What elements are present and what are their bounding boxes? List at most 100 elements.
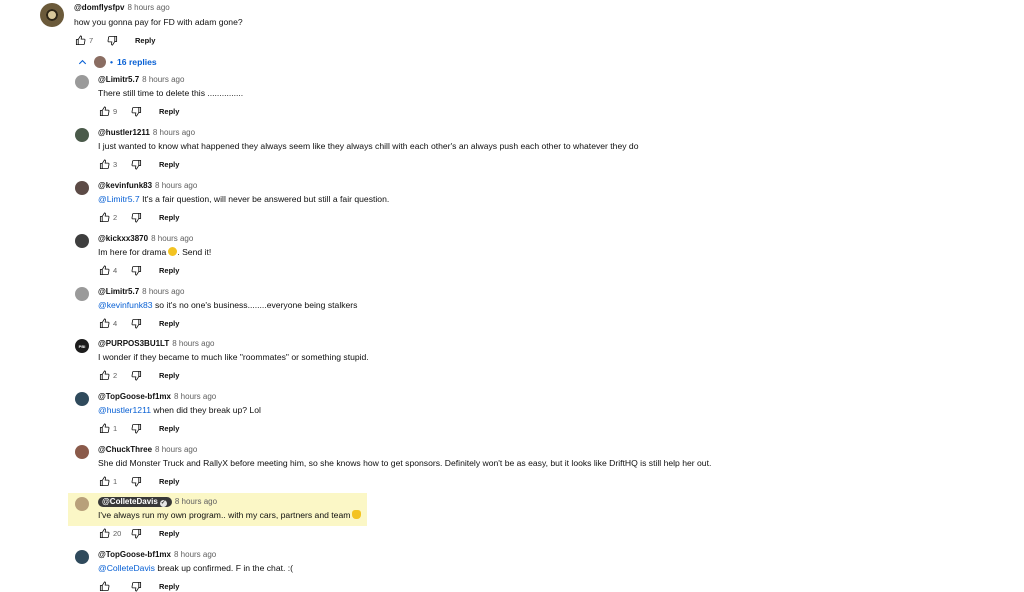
reply-button[interactable]: Reply (159, 213, 179, 222)
like-icon[interactable] (98, 580, 111, 592)
comment-actions: 4 Reply (98, 317, 875, 329)
like-icon[interactable] (98, 527, 111, 539)
comment-actions: 2 Reply (98, 211, 875, 223)
like-icon[interactable] (98, 211, 111, 223)
dislike-icon[interactable] (130, 527, 143, 539)
reply-button[interactable]: Reply (159, 107, 179, 116)
avatar[interactable] (75, 287, 89, 301)
like-icon[interactable] (98, 369, 111, 381)
comment-time[interactable]: 8 hours ago (175, 497, 217, 506)
reply-button[interactable]: Reply (159, 424, 179, 433)
like-icon[interactable] (98, 475, 111, 487)
creator-avatar (94, 56, 106, 68)
comment-text: @hustler1211 when did they break up? Lol (98, 405, 875, 416)
like-icon[interactable] (74, 34, 87, 46)
reply-button[interactable]: Reply (159, 319, 179, 328)
avatar[interactable] (40, 3, 64, 27)
dislike-icon[interactable] (106, 34, 119, 46)
comment-author[interactable]: @PURPOS3BU1LT (98, 339, 169, 348)
dislike-icon[interactable] (130, 580, 143, 592)
comment-time[interactable]: 8 hours ago (142, 75, 184, 84)
comment-meta: @kevinfunk83 8 hours ago (98, 181, 875, 191)
avatar[interactable] (75, 181, 89, 195)
like-count: 7 (89, 35, 94, 45)
like-icon[interactable] (98, 317, 111, 329)
comment-time[interactable]: 8 hours ago (153, 128, 195, 137)
reply-text-content: Im here for drama (98, 247, 167, 257)
avatar[interactable] (75, 234, 89, 248)
avatar[interactable] (75, 75, 89, 89)
reply-item: @ChuckThree 8 hours ago She did Monster Tr… (75, 445, 875, 487)
replies-toggle[interactable]: • 16 replies (77, 54, 157, 70)
like-count: 3 (113, 159, 118, 169)
comment-time[interactable]: 8 hours ago (174, 550, 216, 559)
comment-actions: 1 Reply (98, 475, 875, 487)
chevron-up-icon (77, 56, 89, 68)
reply-text-content: when did they break up? Lol (151, 405, 261, 415)
comment-author[interactable]: @TopGoose-bf1mx (98, 392, 171, 401)
dislike-icon[interactable] (130, 369, 143, 381)
comment-author[interactable]: @TopGoose-bf1mx (98, 550, 171, 559)
like-icon[interactable] (98, 158, 111, 170)
reply-body: @PURPOS3BU1LT 8 hours ago I wonder if they… (98, 339, 875, 381)
comment-text: I wonder if they became to much like "ro… (98, 352, 875, 363)
mention-link[interactable]: @Limitr5.7 (98, 194, 140, 204)
reply-button[interactable]: Reply (159, 371, 179, 380)
comment-time[interactable]: 8 hours ago (151, 234, 193, 243)
comment-author[interactable]: @ChuckThree (98, 445, 152, 454)
comment-time[interactable]: 8 hours ago (155, 181, 197, 190)
avatar[interactable] (75, 128, 89, 142)
dislike-icon[interactable] (130, 475, 143, 487)
reply-button[interactable]: Reply (159, 266, 179, 275)
comment-text: @ColleteDavis break up confirmed. F in t… (98, 563, 875, 574)
reply-button[interactable]: Reply (159, 582, 179, 591)
like-icon[interactable] (98, 422, 111, 434)
comment-author[interactable]: @kickxx3870 (98, 234, 148, 243)
comment-author[interactable]: @hustler1211 (98, 128, 150, 137)
comment-actions: 7 Reply (74, 34, 980, 46)
dislike-icon[interactable] (130, 317, 143, 329)
reply-text-content: break up confirmed. F in the chat. :( (154, 563, 294, 573)
mention-link[interactable]: @ColleteDavis (98, 563, 155, 573)
comment-time[interactable]: 8 hours ago (155, 445, 197, 454)
mention-link[interactable]: @kevinfunk83 (98, 300, 153, 310)
dislike-icon[interactable] (130, 105, 143, 117)
comment-meta: @kickxx3870 8 hours ago (98, 234, 875, 244)
reply-item: @kevinfunk83 8 hours ago @Limitr5.7 It's a… (75, 181, 875, 223)
reply-body: @kevinfunk83 8 hours ago @Limitr5.7 It's a… (98, 181, 875, 223)
dislike-icon[interactable] (130, 211, 143, 223)
thumbs-up-emoji-icon (352, 510, 362, 519)
like-icon[interactable] (98, 105, 111, 117)
reply-item: @Limitr5.7 8 hours ago @kevinfunk83 so it'… (75, 287, 875, 329)
creator-author-badge[interactable]: @ColleteDavis ✓ (98, 497, 172, 507)
reply-button[interactable]: Reply (159, 477, 179, 486)
reply-button[interactable]: Reply (135, 36, 155, 45)
dislike-icon[interactable] (130, 158, 143, 170)
comment-meta: @ColleteDavis ✓ 8 hours ago (98, 497, 875, 507)
reply-text-content: so it's no one's business........everyon… (152, 300, 358, 310)
avatar[interactable]: PBI (75, 339, 89, 353)
dislike-icon[interactable] (130, 422, 143, 434)
comment-author[interactable]: @Limitr5.7 (98, 287, 139, 296)
comment-time[interactable]: 8 hours ago (174, 392, 216, 401)
comment-time[interactable]: 8 hours ago (142, 287, 184, 296)
avatar[interactable] (75, 445, 89, 459)
reply-text-tail: . Send it! (177, 247, 212, 257)
comment-author[interactable]: @kevinfunk83 (98, 181, 152, 190)
avatar[interactable] (75, 392, 89, 406)
comment-author[interactable]: @Limitr5.7 (98, 75, 139, 84)
mention-link[interactable]: @hustler1211 (98, 405, 151, 415)
like-count: 1 (113, 423, 118, 433)
comment-author[interactable]: @ColleteDavis (102, 497, 158, 506)
dislike-icon[interactable] (130, 264, 143, 276)
avatar[interactable] (75, 550, 89, 564)
comment-time[interactable]: 8 hours ago (172, 339, 214, 348)
reply-button[interactable]: Reply (159, 529, 179, 538)
comment-actions: 3 Reply (98, 158, 875, 170)
comment-author[interactable]: @domflysfpv (74, 3, 124, 12)
comment-time[interactable]: 8 hours ago (127, 3, 169, 12)
like-icon[interactable] (98, 264, 111, 276)
reply-button[interactable]: Reply (159, 160, 179, 169)
reply-body: @hustler1211 8 hours ago I just wanted to … (98, 128, 875, 170)
avatar[interactable] (75, 497, 89, 511)
